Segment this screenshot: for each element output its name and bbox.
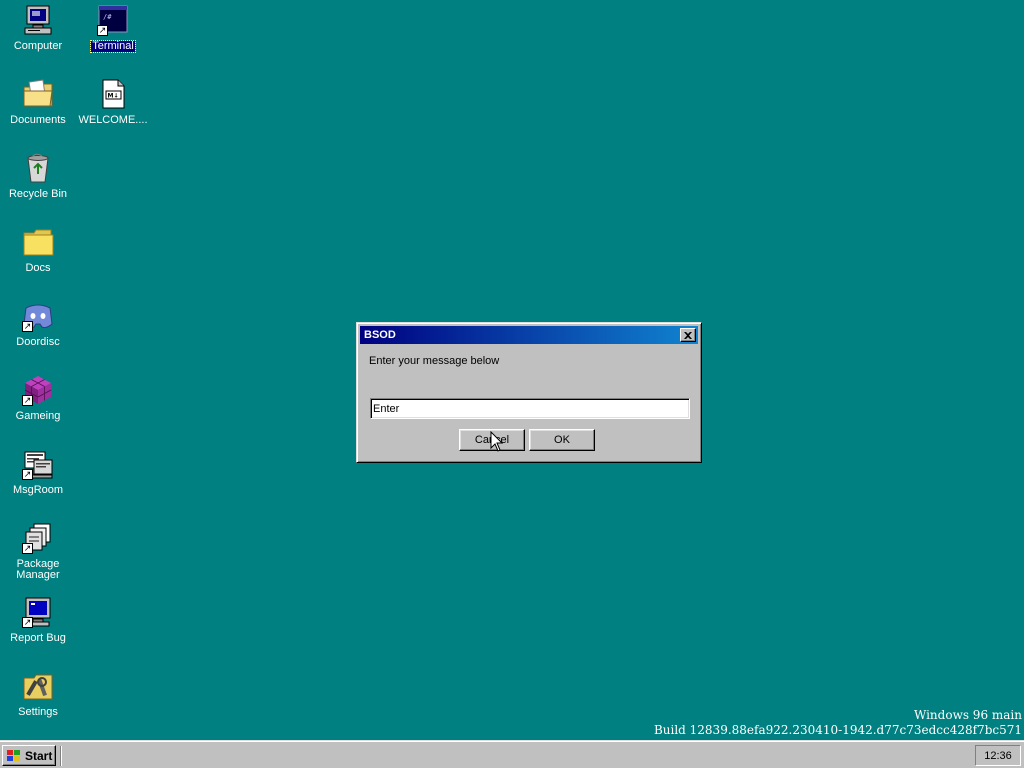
shortcut-arrow-icon: ↗ xyxy=(97,25,108,36)
desktop-icon-welcome[interactable]: M↓ WELCOME.... xyxy=(76,76,150,148)
desktop-icon-label: Recycle Bin xyxy=(8,188,68,200)
svg-text:/#: /# xyxy=(103,13,112,21)
desktop-icon-label: Package Manager xyxy=(16,558,60,581)
desktop-icon-report-bug[interactable]: ↗ Report Bug xyxy=(1,594,75,666)
desktop-icon-label: Computer xyxy=(13,40,63,52)
shortcut-arrow-icon: ↗ xyxy=(22,617,33,628)
cancel-button[interactable]: Cancel xyxy=(459,429,525,451)
desktop-icon-gameing[interactable]: ↗ Gameing xyxy=(1,372,75,444)
desktop-icon-label: MsgRoom xyxy=(12,484,64,496)
dialog-title: BSOD xyxy=(364,329,396,341)
package-manager-icon: ↗ xyxy=(22,522,54,554)
clock[interactable]: 12:36 xyxy=(984,750,1012,762)
computer-icon xyxy=(22,4,54,36)
recycle-bin-icon xyxy=(22,152,54,184)
taskbar: Start 12:36 xyxy=(0,740,1024,768)
desktop-icon-documents[interactable]: Documents xyxy=(1,76,75,148)
shortcut-arrow-icon: ↗ xyxy=(22,395,33,406)
shortcut-arrow-icon: ↗ xyxy=(22,469,33,480)
desktop-icon-label: Report Bug xyxy=(10,632,66,644)
desktop-icon-computer[interactable]: Computer xyxy=(1,2,75,74)
desktop-icon-label: WELCOME.... xyxy=(78,114,148,126)
windows-logo-icon xyxy=(7,749,20,761)
desktop-icon-recycle-bin[interactable]: Recycle Bin xyxy=(1,150,75,222)
markdown-file-icon: M↓ xyxy=(97,78,129,110)
desktop-icon-docs[interactable]: Docs xyxy=(1,224,75,296)
message-input[interactable] xyxy=(370,398,690,419)
msgroom-icon: ↗ xyxy=(22,448,54,480)
desktop-icon-label: Settings xyxy=(18,706,58,718)
dialog-message: Enter your message below xyxy=(369,355,500,367)
svg-text:M↓: M↓ xyxy=(108,93,119,100)
desktop-icon-terminal[interactable]: /# ↗ Terminal xyxy=(76,2,150,74)
doordisc-icon: ↗ xyxy=(22,300,54,332)
shortcut-arrow-icon: ↗ xyxy=(22,543,33,554)
desktop-icon-label: Documents xyxy=(10,114,66,126)
close-icon xyxy=(684,331,692,339)
terminal-icon: /# ↗ xyxy=(97,4,129,36)
report-bug-icon: ↗ xyxy=(22,596,54,628)
folder-icon xyxy=(22,226,54,258)
start-label: Start xyxy=(25,748,53,763)
dialog-titlebar[interactable]: BSOD xyxy=(360,326,698,344)
desktop-icon-label: Terminal xyxy=(90,40,136,53)
documents-folder-icon xyxy=(22,78,54,110)
start-button[interactable]: Start xyxy=(2,745,56,766)
build-watermark: Windows 96 main Build 12839.88efa922.230… xyxy=(654,708,1022,738)
desktop-icon-label: Doordisc xyxy=(16,336,60,348)
watermark-product: Windows 96 main xyxy=(913,708,1022,722)
ok-button[interactable]: OK xyxy=(529,429,595,451)
shortcut-arrow-icon: ↗ xyxy=(22,321,33,332)
desktop-icon-label: Docs xyxy=(25,262,51,274)
desktop-icon-settings[interactable]: Settings xyxy=(1,668,75,740)
game-cube-icon: ↗ xyxy=(22,374,54,406)
bsod-dialog: BSOD Enter your message below Cancel OK xyxy=(356,322,702,463)
system-tray: 12:36 xyxy=(975,745,1021,766)
desktop-icon-doordisc[interactable]: ↗ Doordisc xyxy=(1,298,75,370)
taskbar-separator xyxy=(60,746,62,766)
settings-icon xyxy=(22,670,54,702)
watermark-build: Build 12839.88efa922.230410-1942.d77c73e… xyxy=(653,723,1022,737)
desktop-icon-label: Gameing xyxy=(15,410,61,422)
close-button[interactable] xyxy=(680,328,696,342)
desktop-icon-msgroom[interactable]: ↗ MsgRoom xyxy=(1,446,75,518)
desktop-icon-package-manager[interactable]: ↗ Package Manager xyxy=(1,520,75,592)
desktop: Computer /# ↗ Terminal Documents M↓ WELC… xyxy=(0,0,1024,740)
